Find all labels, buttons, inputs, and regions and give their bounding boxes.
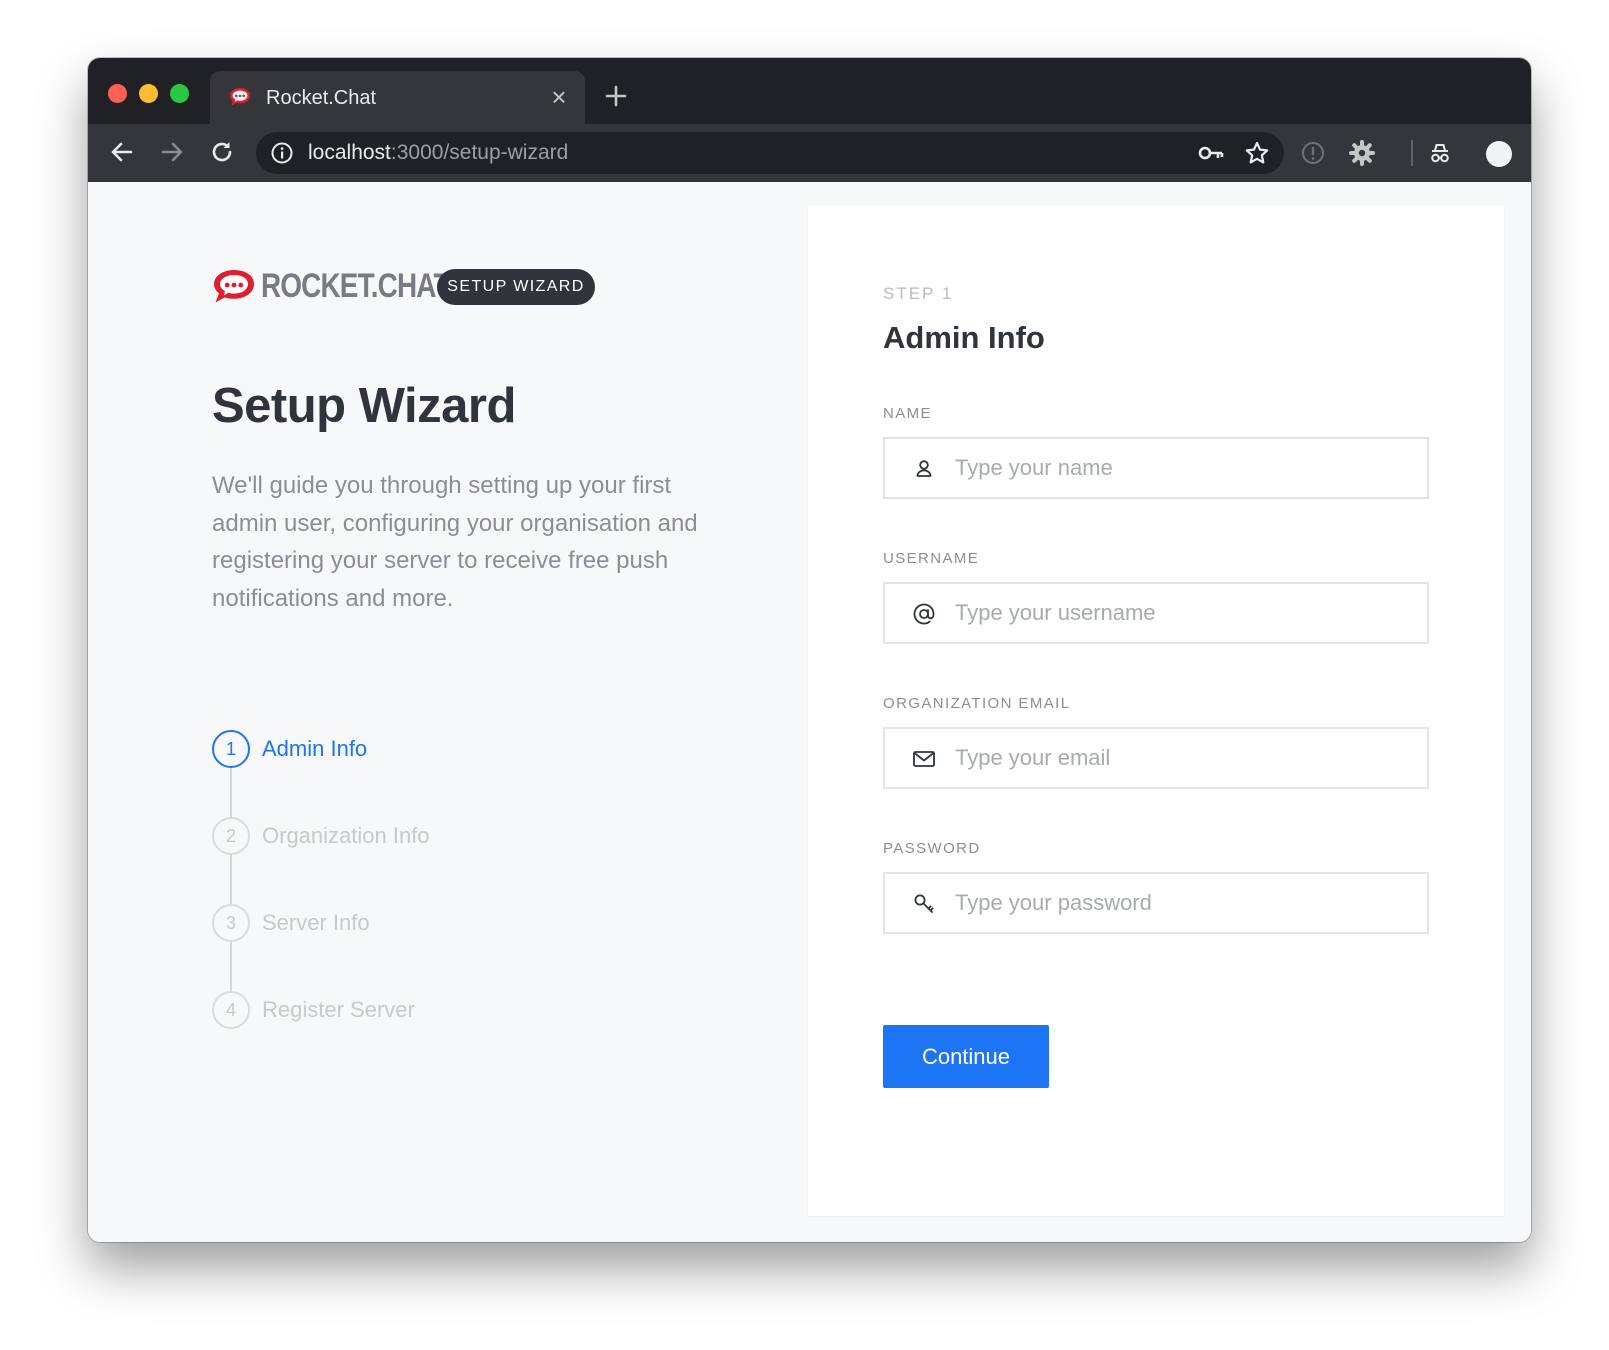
info-icon[interactable] (270, 141, 294, 165)
browser-toolbar: localhost:3000/setup-wizard (88, 124, 1531, 182)
step-label: Register Server (262, 997, 415, 1022)
key-icon[interactable] (1198, 142, 1224, 164)
email-field (883, 727, 1429, 789)
minimize-window-button[interactable] (139, 84, 158, 103)
at-sign-icon (913, 603, 935, 625)
tab-close-icon[interactable]: × (547, 84, 571, 110)
gear-icon[interactable] (1348, 139, 1376, 167)
url-path: :3000/setup-wizard (390, 141, 569, 164)
new-tab-icon[interactable] (602, 82, 630, 110)
brand-wordmark: ROCKET.CHAT (261, 267, 451, 305)
reload-icon[interactable] (208, 138, 236, 166)
url-host: localhost (308, 141, 391, 164)
step-connector (230, 855, 232, 904)
step-number: 2 (212, 817, 250, 855)
email-label: ORGANIZATION EMAIL (883, 695, 1071, 712)
step-connector (230, 768, 232, 817)
page-title: Setup Wizard (212, 379, 516, 433)
username-label: USERNAME (883, 550, 980, 567)
name-input[interactable] (955, 439, 1415, 497)
star-icon[interactable] (1244, 140, 1270, 166)
tab-strip: Rocket.Chat × (88, 58, 1531, 124)
avatar[interactable] (1486, 141, 1512, 167)
incognito-icon[interactable] (1426, 139, 1454, 167)
password-label: PASSWORD (883, 840, 981, 857)
step-indicator: STEP 1 (883, 284, 954, 303)
key-icon (914, 894, 934, 913)
setup-wizard-page: ROCKET.CHAT SETUP WIZARD Setup Wizard We… (88, 182, 1531, 1242)
username-input[interactable] (955, 584, 1415, 642)
step-number: 3 (212, 904, 250, 942)
rocketchat-favicon-icon (230, 88, 250, 106)
step-number: 4 (212, 991, 250, 1029)
email-input[interactable] (955, 729, 1415, 787)
url-text: localhost:3000/setup-wizard (308, 141, 568, 165)
user-icon (916, 460, 932, 477)
browser-window: Rocket.Chat × localhost:3000/setup-wizar… (88, 58, 1531, 1242)
setup-wizard-badge: SETUP WIZARD (437, 269, 595, 305)
mail-icon (913, 751, 935, 767)
password-input[interactable] (955, 874, 1415, 932)
maximize-window-button[interactable] (170, 84, 189, 103)
tab-title: Rocket.Chat (266, 87, 377, 109)
close-window-button[interactable] (108, 84, 127, 103)
page-description: We'll guide you through setting up your … (212, 472, 698, 612)
address-bar[interactable]: localhost:3000/setup-wizard (256, 132, 1284, 174)
continue-button[interactable]: Continue (883, 1025, 1049, 1088)
step-connector (230, 942, 232, 991)
step-label: Server Info (262, 910, 370, 935)
browser-tab[interactable]: Rocket.Chat × (210, 71, 585, 124)
password-field (883, 872, 1429, 934)
name-field (883, 437, 1429, 499)
rocketchat-logo-icon (214, 270, 254, 303)
extension-icon[interactable] (1299, 139, 1327, 167)
username-field (883, 582, 1429, 644)
name-label: NAME (883, 405, 932, 422)
step-number: 1 (212, 730, 250, 768)
form-title: Admin Info (883, 320, 1045, 355)
arrow-left-icon[interactable] (108, 138, 136, 166)
step-label: Organization Info (262, 823, 430, 848)
step-label: Admin Info (262, 736, 368, 761)
toolbar-divider (1411, 140, 1413, 166)
arrow-right-icon[interactable] (158, 138, 186, 166)
admin-info-form: STEP 1 Admin Info NAME USERNAME ORGANIZA… (808, 206, 1504, 1216)
